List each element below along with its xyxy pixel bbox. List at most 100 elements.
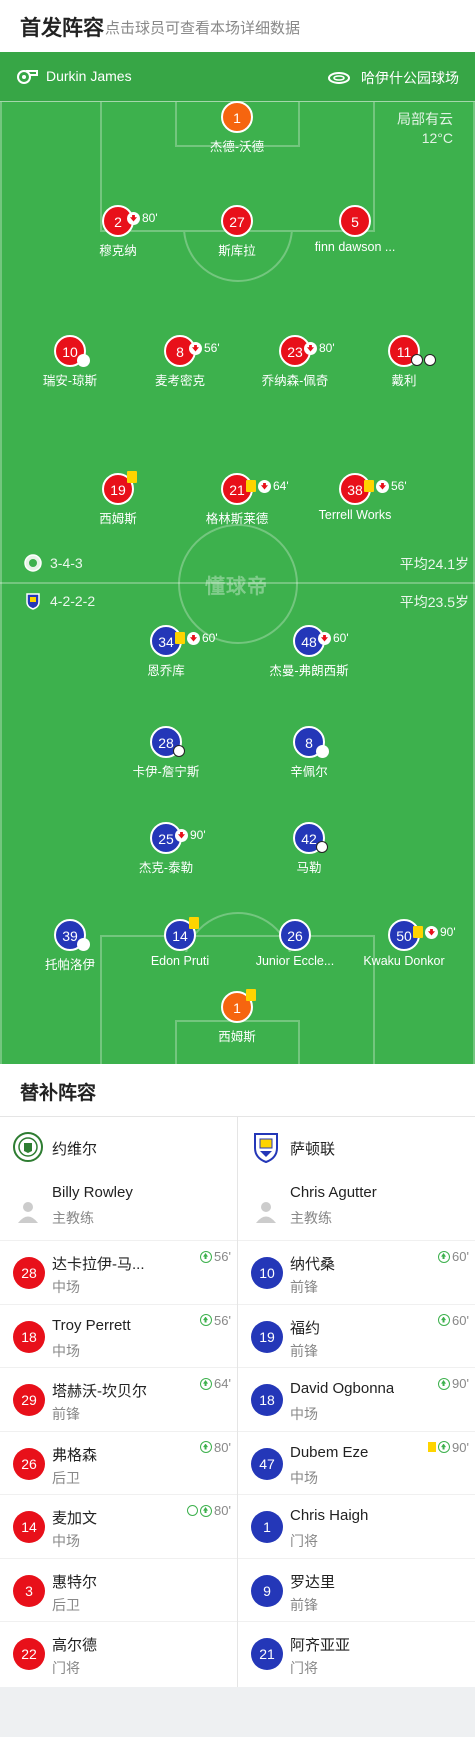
sub-player-row[interactable]: 26 弗格森 后卫 80' — [0, 1430, 237, 1495]
player-name: 惠特尔 — [52, 1573, 98, 1591]
sub-player-row[interactable]: 3 惠特尔 后卫 — [0, 1557, 237, 1622]
sub-in-icon — [438, 1250, 451, 1263]
away-team-crest-icon — [254, 1133, 278, 1163]
sub-player-row[interactable]: 14 麦加文 中场 80' — [0, 1494, 237, 1558]
home-player[interactable]: 21 64' 格林斯莱德 — [177, 473, 297, 527]
sub-event: 56' — [200, 1313, 231, 1328]
jersey-number: 8 — [305, 735, 313, 751]
player-position: 后卫 — [52, 1596, 80, 1613]
player-name: Edon Pruti — [150, 954, 210, 968]
sub-player-row[interactable]: 29 塔赫沃-坎贝尔 前锋 64' — [0, 1367, 237, 1431]
home-coach-row[interactable]: Billy Rowley 主教练 — [0, 1178, 237, 1240]
jersey-number: 22 — [13, 1638, 45, 1670]
home-player[interactable]: 11 戴利 — [344, 335, 464, 389]
home-avg-age: 平均24.1岁 — [399, 556, 469, 572]
away-player[interactable]: 28 卡伊-詹宁斯 — [106, 726, 226, 780]
sub-out-icon — [175, 828, 188, 842]
jersey-number: 19 — [251, 1320, 283, 1353]
sub-in-icon — [200, 1441, 213, 1453]
away-coach-row[interactable]: Chris Agutter 主教练 — [238, 1178, 475, 1240]
away-formation: 4-2-2-2 — [24, 592, 95, 610]
sub-time: 80' — [214, 1503, 231, 1518]
jersey-number: 21 — [251, 1638, 283, 1670]
sub-player-row[interactable]: 10 纳代桑 前锋 60' — [238, 1240, 475, 1304]
player-name: 马勒 — [296, 861, 322, 875]
home-player[interactable]: 5 finn dawson ... — [295, 205, 415, 254]
home-player[interactable]: 8 56' 麦考密克 — [120, 335, 240, 389]
player-events — [316, 841, 328, 853]
yellow-card-icon — [175, 632, 185, 644]
player-position: 前锋 — [52, 1406, 80, 1422]
away-team-crest-icon — [26, 593, 40, 610]
sub-player-row[interactable]: 18 David Ogbonna 中场 90' — [238, 1367, 475, 1431]
sub-time: 90' — [440, 925, 456, 939]
away-player[interactable]: 34 60' 恩乔库 — [106, 625, 226, 679]
jersey-number: 8 — [176, 344, 184, 360]
substitutes-title: 替补阵容 — [20, 1083, 97, 1104]
away-player[interactable]: 26 Junior Eccle... — [235, 919, 355, 968]
jersey-number: 1 — [233, 1000, 241, 1016]
home-player[interactable]: 38 56' Terrell Works — [295, 473, 415, 522]
sub-out-icon — [425, 925, 438, 939]
player-name: 卡伊-詹宁斯 — [132, 765, 200, 779]
player-name: 达卡拉伊-马... — [52, 1256, 145, 1273]
sub-event: 90' — [428, 1440, 469, 1455]
away-player[interactable]: 42 马勒 — [249, 822, 369, 876]
home-team-row[interactable]: 约维尔 — [0, 1116, 237, 1178]
away-player[interactable]: 25 90' 杰克-泰勒 — [106, 822, 226, 876]
goal-icon — [187, 1505, 199, 1516]
player-name: David Ogbonna — [290, 1380, 395, 1397]
player-name: 弗格森 — [52, 1446, 98, 1464]
player-name: 恩乔库 — [147, 664, 185, 678]
home-player[interactable]: 2 80' 穆克纳 — [58, 205, 178, 259]
away-player[interactable]: 1 西姆斯 — [177, 989, 297, 1045]
away-player[interactable]: 14 Edon Pruti — [120, 917, 240, 968]
sub-player-row[interactable]: 22 高尔德 门将 — [0, 1621, 237, 1685]
jersey-number: 50 — [396, 928, 412, 944]
sub-time: 80' — [142, 211, 158, 225]
sub-player-row[interactable]: 28 达卡拉伊-马... 中场 56' — [0, 1240, 237, 1304]
sub-player-row[interactable]: 9 罗达里 前锋 — [238, 1557, 475, 1622]
jersey-number: 42 — [301, 831, 317, 847]
sub-player-row[interactable]: 1 Chris Haigh 门将 — [238, 1494, 475, 1558]
sub-time: 90' — [452, 1439, 469, 1455]
sub-player-row[interactable]: 19 福约 前锋 60' — [238, 1303, 475, 1368]
sub-out-icon — [127, 211, 140, 225]
goal-icon — [173, 745, 185, 757]
substitution-icon — [77, 354, 90, 367]
player-name: 纳代桑 — [290, 1256, 336, 1273]
sub-time: 60' — [452, 1249, 469, 1264]
away-player[interactable]: 8 辛佩尔 — [249, 726, 369, 780]
away-team-row[interactable]: 萨顿联 — [238, 1116, 475, 1178]
sub-in-icon — [200, 1504, 213, 1517]
player-name: 塔赫沃-坎贝尔 — [52, 1383, 147, 1400]
jersey-number: 3 — [13, 1574, 45, 1607]
jersey-number: 34 — [158, 634, 174, 650]
sub-player-row[interactable]: 18 Troy Perrett 中场 56' — [0, 1303, 237, 1368]
home-player[interactable]: 1 杰德-沃德 — [177, 101, 297, 155]
away-player[interactable]: 50 90' Kwaku Donkor — [344, 919, 464, 968]
player-position: 中场 — [52, 1533, 80, 1549]
sub-in-icon — [200, 1250, 213, 1263]
home-player[interactable]: 19 西姆斯 — [58, 471, 178, 527]
away-player[interactable]: 39 托帕洛伊 — [10, 919, 130, 973]
player-events: 60' — [318, 623, 349, 653]
away-player[interactable]: 48 60' 杰曼-弗朗西斯 — [249, 625, 369, 679]
sub-player-row[interactable]: 47 Dubem Eze 中场 90' — [238, 1430, 475, 1495]
sub-player-row[interactable]: 21 阿齐亚亚 门将 — [238, 1621, 475, 1685]
home-player[interactable]: 23 80' 乔纳森-佩奇 — [235, 335, 355, 389]
player-name: 杰德-沃德 — [209, 140, 265, 154]
substitution-icon — [77, 938, 90, 951]
player-events: 56' — [364, 471, 407, 501]
sub-time: 80' — [214, 1439, 231, 1455]
player-name: 戴利 — [391, 374, 417, 388]
jersey-number: 1 — [251, 1511, 283, 1543]
player-name: 阿齐亚亚 — [290, 1637, 351, 1654]
player-position: 前锋 — [290, 1342, 318, 1359]
player-name: Terrell Works — [318, 508, 392, 522]
sub-in-icon — [438, 1441, 451, 1453]
jersey-number: 18 — [251, 1384, 283, 1416]
home-player[interactable]: 27 斯库拉 — [177, 205, 297, 259]
home-player[interactable]: 10 瑞安-琼斯 — [10, 335, 130, 389]
player-name: 西姆斯 — [99, 512, 137, 526]
